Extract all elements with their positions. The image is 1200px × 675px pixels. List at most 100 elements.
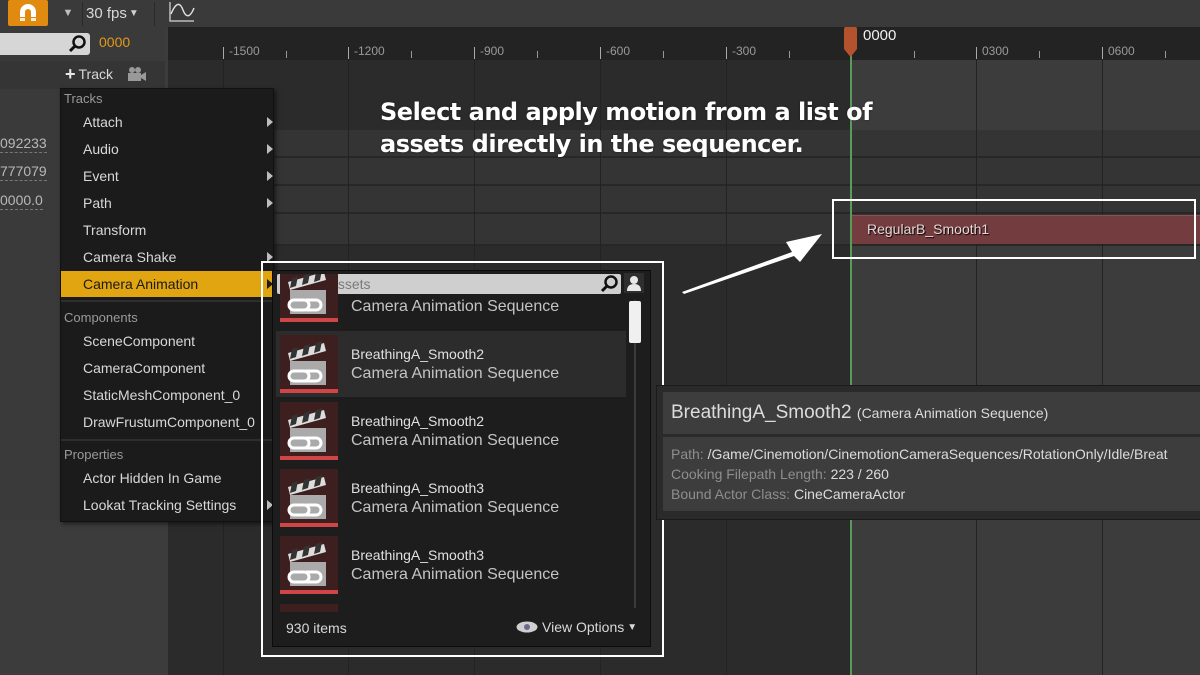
ruler-tick [726, 47, 727, 59]
tooltip-title: BreathingA_Smooth2 (Camera Animation Seq… [671, 402, 1048, 424]
menu-item-camera-shake[interactable]: Camera Shake [61, 244, 273, 270]
tooltip-value: /Game/Cinemotion/CinemotionCameraSequenc… [707, 446, 1168, 462]
annotation-highlight-box [832, 199, 1196, 259]
tooltip-label: Bound Actor Class: [671, 486, 791, 502]
menu-item-attach[interactable]: Attach [61, 109, 273, 135]
headline-line: Select and apply motion from a list of [380, 98, 873, 126]
menu-item-label: CameraComponent [83, 360, 206, 376]
track-row[interactable] [168, 158, 1200, 186]
tooltip-label: Cooking Filepath Length: [671, 466, 827, 482]
camera-icon[interactable] [127, 66, 147, 82]
property-value[interactable]: 092233 [0, 135, 47, 153]
menu-item-audio[interactable]: Audio [61, 136, 273, 162]
ruler-tick-label: -600 [606, 44, 631, 58]
magnet-icon [20, 4, 36, 21]
tooltip-asset-name: BreathingA_Smooth2 [671, 402, 852, 423]
ruler-tick [223, 47, 224, 59]
tooltip-value: CineCameraActor [793, 486, 906, 502]
ruler-tick-label: 0300 [982, 44, 1009, 58]
ruler-tick [914, 51, 915, 58]
ruler-tick [1165, 51, 1166, 58]
menu-item-label: Camera Animation [83, 276, 199, 292]
property-value[interactable]: 777079 [0, 163, 47, 181]
tooltip-bound-row: Bound Actor Class: CineCameraActor [671, 486, 905, 502]
snap-toggle-button[interactable] [8, 0, 48, 26]
menu-item-label: Transform [83, 222, 147, 238]
menu-divider [61, 439, 273, 441]
menu-item-label: Lookat Tracking Settings [83, 497, 237, 513]
playhead-frame-label: 0000 [863, 27, 897, 44]
add-track-label: Track [78, 66, 113, 82]
annotation-highlight-box [261, 261, 664, 657]
add-track-context-menu: Tracks Attach Audio Event Path Transform… [60, 88, 274, 522]
menu-item-path[interactable]: Path [61, 190, 273, 216]
menu-item-transform[interactable]: Transform [61, 217, 273, 243]
chevron-down-icon: ▼ [62, 7, 74, 19]
ruler-tick [537, 51, 538, 58]
plus-icon: + [65, 64, 76, 84]
ruler-tick-label: -300 [732, 44, 757, 58]
tooltip-cooking-row: Cooking Filepath Length: 223 / 260 [671, 466, 889, 482]
add-track-button[interactable]: + Track [65, 64, 113, 84]
menu-section-header: Tracks [64, 91, 103, 106]
property-value[interactable]: 0000.0 [0, 192, 43, 210]
tooltip-value: 223 / 260 [830, 466, 889, 482]
ruler-tick [1039, 51, 1040, 58]
ruler-tick [348, 47, 349, 59]
tooltip-asset-type: (Camera Animation Sequence) [856, 405, 1049, 421]
menu-item-static-mesh-component[interactable]: StaticMeshComponent_0 [61, 382, 273, 408]
playhead-handle[interactable] [843, 27, 858, 57]
menu-item-actor-hidden-in-game[interactable]: Actor Hidden In Game [61, 465, 273, 491]
menu-item-label: Camera Shake [83, 249, 177, 265]
submenu-arrow-icon [267, 144, 273, 154]
ruler-tick [789, 51, 790, 58]
ruler-tick [411, 51, 412, 58]
menu-item-lookat-tracking-settings[interactable]: Lookat Tracking Settings [61, 492, 273, 518]
curve-editor-button[interactable] [168, 0, 196, 24]
menu-divider [61, 300, 273, 302]
menu-item-label: StaticMeshComponent_0 [83, 387, 241, 403]
chevron-down-icon: ▼ [128, 7, 139, 19]
menu-item-label: Actor Hidden In Game [83, 470, 222, 486]
menu-section-header: Properties [64, 447, 124, 462]
submenu-arrow-icon [267, 171, 273, 181]
frame-rate-value: 30 fps [86, 4, 127, 22]
annotation-headline: Select and apply motion from a list of a… [380, 96, 873, 160]
menu-item-label: Path [83, 195, 112, 211]
ruler-tick [474, 47, 475, 59]
menu-item-draw-frustum-component[interactable]: DrawFrustumComponent_0 [61, 409, 273, 435]
frame-rate-dropdown[interactable]: 30 fps ▼ [86, 0, 139, 26]
ruler-tick [600, 47, 601, 59]
ruler-tick [286, 51, 287, 58]
submenu-arrow-icon [267, 198, 273, 208]
annotation-arrow-icon [680, 228, 825, 298]
submenu-arrow-icon [267, 117, 273, 127]
menu-item-camera-animation[interactable]: Camera Animation [61, 271, 273, 297]
ruler-tick [663, 51, 664, 58]
menu-item-label: Attach [83, 114, 123, 130]
menu-item-event[interactable]: Event [61, 163, 273, 189]
menu-item-label: Audio [83, 141, 119, 157]
ruler-tick-label: -900 [480, 44, 505, 58]
grid-line [976, 60, 977, 675]
ruler-tick-label: -1200 [354, 44, 385, 58]
ruler-tick [1102, 47, 1103, 59]
menu-item-camera-component[interactable]: CameraComponent [61, 355, 273, 381]
grid-line [1102, 60, 1103, 675]
headline-line: assets directly in the sequencer. [380, 130, 804, 158]
toolbar-divider [82, 2, 83, 26]
menu-item-scene-component[interactable]: SceneComponent [61, 328, 273, 354]
snap-options-dropdown[interactable]: ▼ [56, 0, 80, 26]
menu-item-label: DrawFrustumComponent_0 [83, 414, 255, 430]
menu-item-label: Event [83, 168, 119, 184]
ruler-tick [976, 47, 977, 59]
current-frame-field[interactable]: 0000 [99, 34, 130, 50]
toolbar-divider [154, 2, 155, 26]
outliner-empty-area [0, 520, 165, 675]
time-ruler[interactable]: -1500 -1200 -900 -600 -300 0300 0600 [168, 27, 1200, 60]
menu-section-header: Components [64, 310, 138, 325]
tooltip-path-row: Path: /Game/Cinemotion/CinemotionCameraS… [671, 446, 1168, 462]
menu-item-label: SceneComponent [83, 333, 196, 349]
ruler-tick-label: -1500 [229, 44, 260, 58]
tooltip-label: Path: [671, 446, 704, 462]
